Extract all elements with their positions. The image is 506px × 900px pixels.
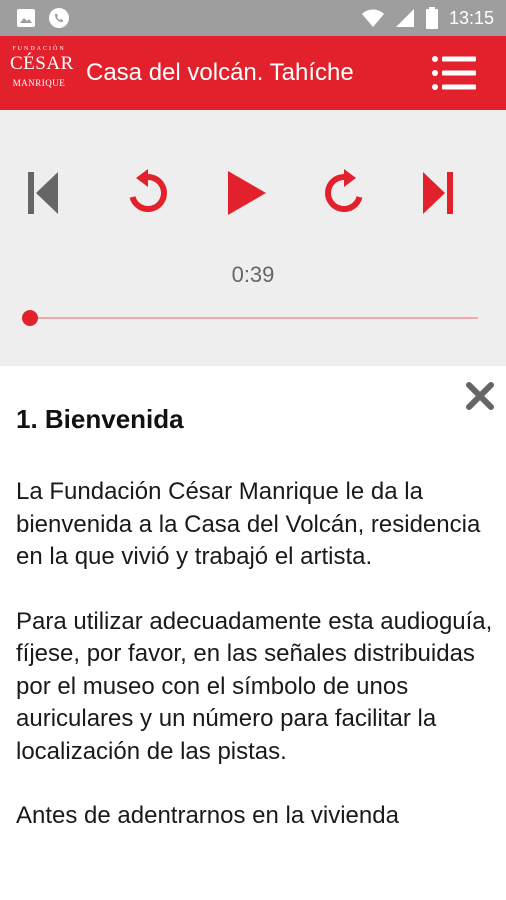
paragraph: Antes de adentrarnos en la vivienda: [16, 802, 399, 829]
audio-player: 0:39: [0, 110, 506, 366]
status-time: 13:15: [448, 7, 494, 28]
track-description: La Fundación César Manrique le da la bie…: [16, 476, 496, 865]
rewind-icon: [129, 169, 167, 212]
logo-line2: CÉSAR: [10, 53, 74, 74]
signal-icon: [395, 8, 415, 28]
logo-line3: MANRIQUE: [12, 78, 66, 88]
battery-icon: [425, 7, 439, 29]
hamburger-icon: [432, 56, 476, 90]
skip-previous-button[interactable]: [19, 168, 67, 218]
image-icon: [16, 8, 36, 28]
status-bar: 13:15: [0, 0, 506, 36]
close-button[interactable]: [462, 378, 498, 414]
skip-next-icon: [423, 172, 453, 214]
forward-button[interactable]: [320, 168, 368, 218]
player-controls: [0, 168, 506, 218]
progress-thumb[interactable]: [22, 310, 38, 326]
logo-line1: FUNDACIÓN: [12, 46, 66, 52]
track-content: 1. Bienvenida La Fundación César Manriqu…: [0, 366, 506, 900]
elapsed-time: 0:39: [231, 262, 275, 287]
track-title: 1. Bienvenida: [16, 404, 184, 434]
skip-previous-icon: [28, 172, 58, 214]
fundacion-logo: FUNDACIÓN CÉSAR MANRIQUE: [10, 44, 74, 102]
skip-next-button[interactable]: [414, 168, 462, 218]
menu-button[interactable]: [432, 54, 476, 92]
paragraph: La Fundación César Manrique le da la bie…: [16, 478, 481, 570]
rewind-button[interactable]: [124, 168, 172, 218]
close-icon: [466, 382, 494, 410]
wifi-icon: [361, 8, 385, 28]
whatsapp-icon: [48, 7, 70, 29]
forward-icon: [325, 169, 363, 212]
progress-bar[interactable]: [22, 310, 478, 326]
play-button[interactable]: [222, 168, 270, 218]
play-icon: [228, 171, 266, 215]
paragraph: Para utilizar adecuadamente esta audiogu…: [16, 607, 493, 765]
app-title: Casa del volcán. Tahíche: [86, 59, 354, 86]
app-bar: FUNDACIÓN CÉSAR MANRIQUE Casa del volcán…: [0, 36, 506, 110]
